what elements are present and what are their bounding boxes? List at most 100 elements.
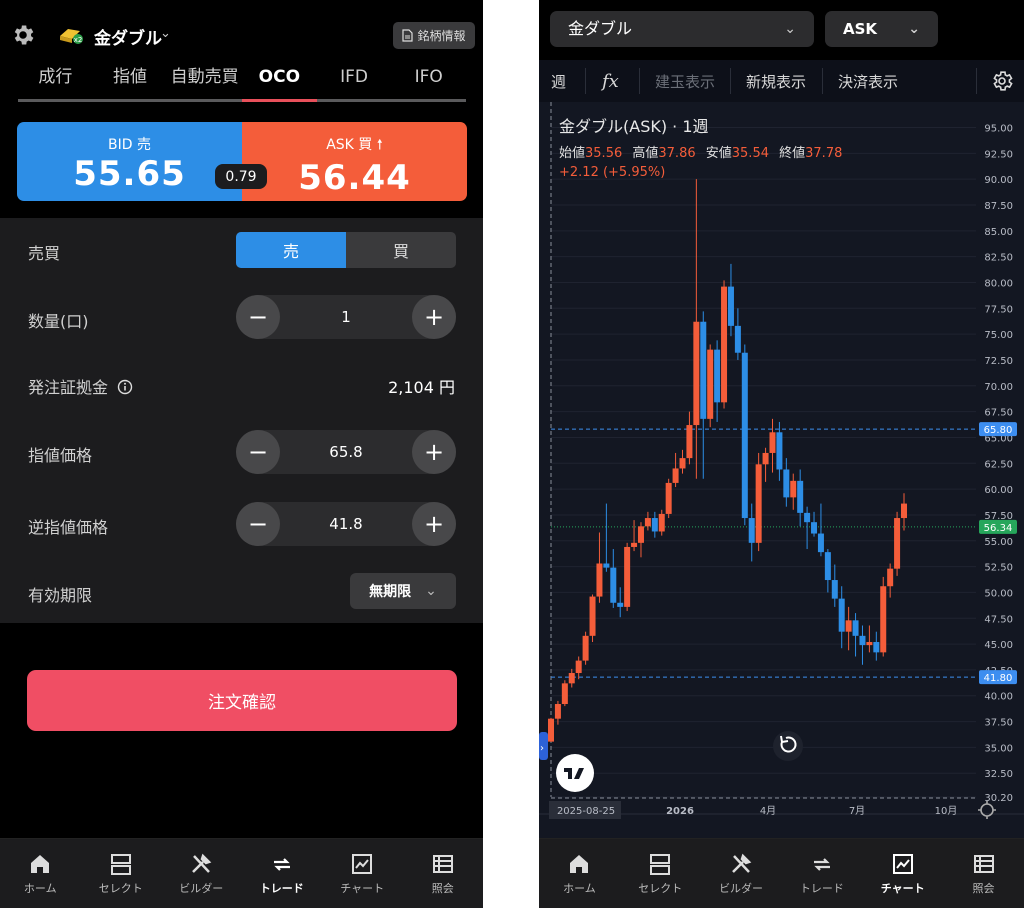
y-tick-label: 75.00: [984, 330, 1013, 341]
quantity-plus-button[interactable]: +: [412, 295, 456, 339]
candle-body: [665, 482, 672, 514]
side-select[interactable]: ASK ⌄: [825, 11, 938, 47]
candle-body: [672, 468, 679, 483]
bid-panel[interactable]: BID 売 55.65: [17, 122, 242, 201]
nav-select-label: セレクト: [638, 881, 683, 895]
interval-button[interactable]: 週: [551, 71, 566, 92]
nav-chart[interactable]: チャート: [322, 839, 403, 908]
y-tick-label: 47.50: [984, 614, 1013, 625]
stop-price-value[interactable]: 41.8: [280, 502, 412, 546]
nav-trade[interactable]: トレード: [781, 839, 862, 908]
order-confirm-button[interactable]: 注文確認: [27, 670, 457, 731]
reset-view-button[interactable]: [773, 731, 803, 761]
position-display-button[interactable]: 建玉表示: [655, 71, 715, 92]
candle-body: [658, 513, 665, 532]
quantity-label: 数量(口): [28, 312, 89, 331]
symbol-select-value: 金ダブル: [568, 19, 633, 38]
chart-icon: [352, 853, 373, 874]
open-value: 35.56: [585, 146, 622, 161]
y-tick-label: 72.50: [984, 356, 1013, 367]
nav-chart-label: チャート: [880, 881, 925, 895]
nav-home-label: ホーム: [23, 881, 57, 895]
candle-body: [741, 352, 748, 519]
tab-market[interactable]: 成行: [18, 60, 93, 99]
candle-body: [693, 321, 700, 426]
candle-body: [617, 602, 624, 607]
list-table-icon: [432, 854, 453, 873]
tab-auto-trade[interactable]: 自動売買: [167, 60, 242, 99]
chevron-down-icon[interactable]: ⌄: [160, 26, 171, 41]
nav-builder[interactable]: ビルダー: [701, 839, 782, 908]
x-tick-label: 2025-08-25: [557, 806, 615, 817]
limit-minus-button[interactable]: −: [236, 430, 280, 474]
tab-limit[interactable]: 指値: [93, 60, 168, 99]
chart-settings-gear-icon[interactable]: [990, 69, 1014, 93]
y-tick-label: 40.00: [984, 692, 1013, 703]
chart-icon: [892, 853, 913, 874]
buy-button[interactable]: 買: [346, 232, 456, 268]
candle-body: [707, 349, 714, 419]
symbol-select[interactable]: 金ダブル ⌄: [550, 11, 814, 47]
tab-oco[interactable]: OCO: [242, 60, 317, 102]
nav-builder[interactable]: ビルダー: [161, 839, 242, 908]
tab-ifo[interactable]: IFO: [391, 60, 466, 99]
nav-trade-label: トレード: [259, 881, 304, 895]
candle-body: [548, 718, 554, 742]
chart-panel: 金ダブル ⌄ ASK ⌄ 週 fx 建玉表示 新規表示 決済表示 95.00 92.5…: [539, 0, 1024, 908]
candle-body: [762, 452, 769, 465]
nav-inquiry[interactable]: 照会: [403, 839, 484, 908]
nav-select[interactable]: セレクト: [620, 839, 701, 908]
nav-chart[interactable]: チャート: [862, 839, 943, 908]
chart-toolbar: 週 fx 建玉表示 新規表示 決済表示: [539, 60, 1024, 102]
tradingview-logo[interactable]: [556, 754, 594, 792]
quote-board: BID 売 55.65 ASK 買 🠕 56.44: [17, 122, 467, 201]
select-icon: [650, 853, 671, 875]
quantity-minus-button[interactable]: −: [236, 295, 280, 339]
tools-icon: [732, 853, 752, 873]
price-line-label: 65.80: [984, 425, 1013, 436]
settings-gear-icon[interactable]: [10, 22, 36, 48]
symbol-name[interactable]: 金ダブル: [94, 24, 162, 49]
sell-button[interactable]: 売: [236, 232, 346, 268]
y-tick-label: 87.50: [984, 201, 1013, 212]
indicator-fx-button[interactable]: fx: [602, 71, 619, 92]
candlestick-chart[interactable]: 95.00 92.50 90.00 87.50 85.00 82.50 80.00 77.50…: [539, 102, 1024, 836]
settlement-display-button[interactable]: 決済表示: [838, 71, 898, 92]
candle-body: [651, 518, 658, 532]
chevron-right-icon: ›: [540, 743, 544, 754]
bid-price: 55.65: [73, 154, 186, 194]
ask-panel[interactable]: ASK 買 🠕 56.44: [242, 122, 467, 201]
trade-panel: x2 金ダブル ⌄ 銘柄情報 成行 指値 自動売買 OCO IFD IFO BI…: [0, 0, 483, 908]
candle-body: [679, 458, 686, 469]
candle-body: [797, 480, 804, 513]
candle-body: [644, 518, 651, 527]
ask-price: 56.44: [298, 158, 411, 198]
new-display-button[interactable]: 新規表示: [746, 71, 806, 92]
tab-ifd[interactable]: IFD: [317, 60, 392, 99]
nav-home[interactable]: ホーム: [539, 839, 620, 908]
nav-trade[interactable]: トレード: [242, 839, 323, 908]
limit-plus-button[interactable]: +: [412, 430, 456, 474]
side-select-value: ASK: [843, 20, 878, 38]
stop-plus-button[interactable]: +: [412, 502, 456, 546]
nav-inquiry[interactable]: 照会: [943, 839, 1024, 908]
limit-price-value[interactable]: 65.8: [280, 430, 412, 474]
symbol-info-label: 銘柄情報: [417, 29, 466, 43]
candle-body: [755, 464, 762, 543]
document-icon: [402, 29, 414, 42]
order-type-tabs: 成行 指値 自動売買 OCO IFD IFO: [18, 60, 466, 102]
candle-body: [901, 503, 907, 519]
nav-select-label: セレクト: [98, 881, 143, 895]
nav-home[interactable]: ホーム: [0, 839, 81, 908]
quantity-value[interactable]: 1: [280, 295, 412, 339]
nav-select[interactable]: セレクト: [81, 839, 162, 908]
y-tick-label: 37.50: [984, 718, 1013, 729]
stop-minus-button[interactable]: −: [236, 502, 280, 546]
info-icon[interactable]: [117, 379, 133, 395]
symbol-info-button[interactable]: 銘柄情報: [393, 22, 475, 49]
candle-body: [603, 563, 610, 568]
expiry-select[interactable]: 無期限 ⌄: [350, 573, 456, 609]
candle-body: [852, 620, 859, 636]
x-tick-label: 4月: [760, 805, 776, 817]
candle-body: [686, 425, 693, 459]
